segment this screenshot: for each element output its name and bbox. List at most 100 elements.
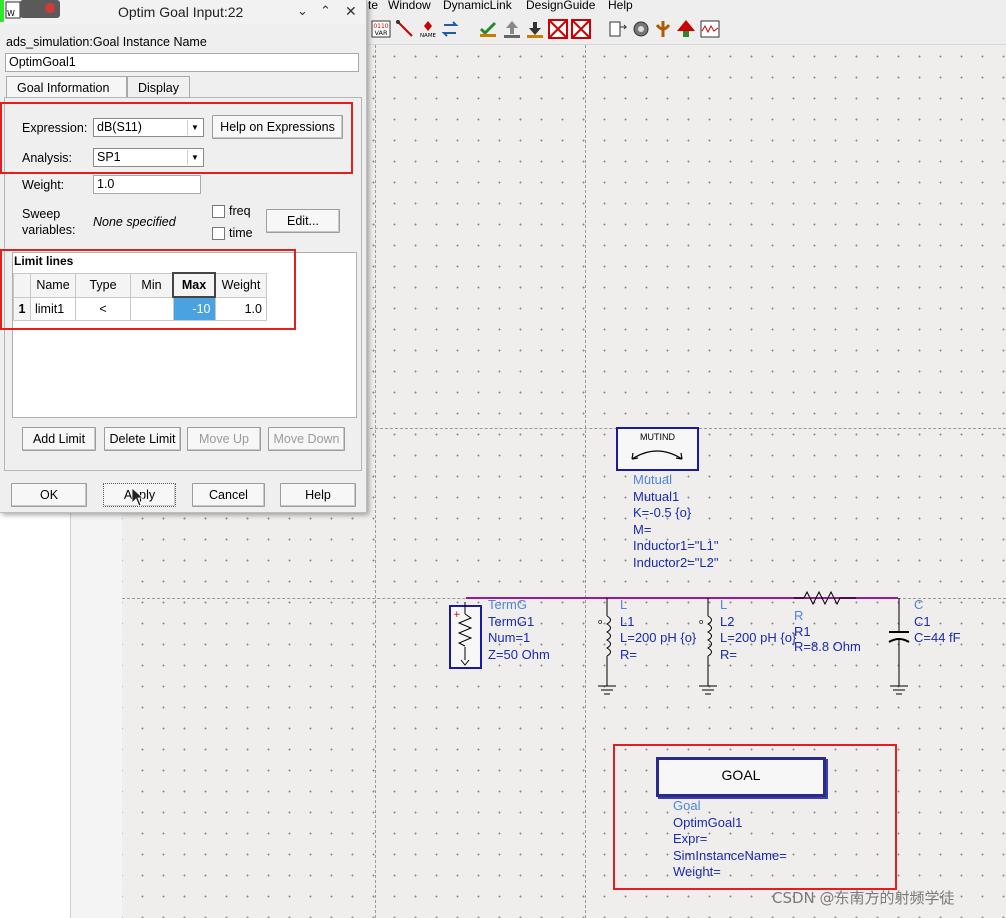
termg-instance: TermG1 — [488, 613, 535, 629]
maximize-icon[interactable]: ⌃ — [320, 3, 331, 19]
c1-type: C — [914, 597, 924, 612]
svg-text:NAME: NAME — [420, 33, 437, 39]
minimize-icon[interactable]: ⌄ — [297, 3, 308, 19]
svg-text:+: + — [453, 610, 461, 620]
mutual-inductor-symbol[interactable]: MUTIND — [616, 427, 699, 471]
shortout-icon[interactable] — [571, 19, 591, 39]
l1-value: L=200 pH {o} — [620, 630, 697, 645]
svg-text:W: W — [7, 9, 15, 18]
optim-goal-dialog: W Optim Goal Input:22 ⌄ ⌃ ✕ ads_simulati… — [0, 0, 367, 513]
inductor-l2-symbol[interactable]: o — [697, 598, 719, 700]
instance-name-label: ads_simulation:Goal Instance Name — [6, 35, 207, 49]
grid-divider — [375, 40, 376, 918]
highlight-limit-lines-box — [0, 249, 296, 330]
menu-item-window[interactable]: Window — [388, 0, 431, 12]
probe-icon[interactable] — [608, 19, 628, 39]
sweep-label-line1: Sweep — [22, 207, 61, 221]
menu-item-help[interactable]: Help — [608, 0, 633, 12]
mutind-instance: Mutual1 — [633, 488, 680, 504]
sweep-label-line2: variables: — [22, 223, 76, 237]
watermark: CSDN @东南方的射频学徒 — [772, 889, 955, 907]
c1-instance: C1 — [914, 613, 931, 629]
time-label: time — [229, 226, 253, 240]
termg-z: Z=50 Ohm — [488, 646, 550, 662]
dialog-titlebar[interactable]: W Optim Goal Input:22 ⌄ ⌃ ✕ — [0, 0, 366, 24]
var-icon[interactable]: 0110 VAR — [371, 19, 391, 39]
c1-value: C=44 fF — [914, 630, 961, 645]
time-checkbox[interactable] — [212, 227, 225, 240]
r1-parameters: R R1 R=8.8 Ohm — [794, 608, 861, 656]
help-button[interactable]: Help — [280, 483, 356, 507]
l2-type: L — [720, 597, 728, 612]
highlight-goal-box — [613, 744, 897, 890]
close-icon[interactable]: ✕ — [345, 3, 357, 20]
capacitor-c1-symbol[interactable] — [887, 598, 911, 700]
add-limit-button[interactable]: Add Limit — [22, 427, 96, 451]
mutind-k: K=-0.5 {o} — [633, 505, 692, 520]
tab-display[interactable]: Display — [127, 76, 190, 98]
menu-bar: te Window DynamicLink DesignGuide Help — [368, 0, 1006, 14]
resistor-r1-symbol[interactable] — [790, 589, 860, 607]
r1-type: R — [794, 608, 804, 623]
freq-checkbox[interactable] — [212, 205, 225, 218]
highlight-expression-box — [0, 102, 353, 174]
push-up-icon[interactable] — [502, 19, 522, 39]
l1-type: L — [620, 597, 628, 612]
menu-item-edit[interactable]: te — [368, 0, 378, 12]
weight-label: Weight: — [22, 178, 65, 192]
r1-instance: R1 — [794, 623, 811, 639]
tune-icon[interactable] — [631, 19, 651, 39]
delete-limit-button[interactable]: Delete Limit — [104, 427, 181, 451]
svg-text:o: o — [598, 618, 602, 626]
l2-parameters: L L2 L=200 pH {o} R= — [720, 597, 796, 663]
move-down-button[interactable]: Move Down — [268, 427, 345, 451]
name-icon[interactable]: NAME — [418, 19, 438, 39]
side-panel — [0, 508, 71, 918]
cancel-button[interactable]: Cancel — [192, 483, 265, 507]
l1-r: R= — [620, 646, 637, 662]
ok-button[interactable]: OK — [11, 483, 87, 507]
menu-item-dynamiclink[interactable]: DynamicLink — [443, 0, 512, 12]
l2-instance: L2 — [720, 613, 735, 629]
weight-field[interactable]: 1.0 — [93, 175, 201, 194]
menu-item-designguide[interactable]: DesignGuide — [526, 0, 595, 12]
termg-symbol[interactable]: + — [449, 602, 483, 672]
mutind-inductor2: Inductor2="L2" — [633, 554, 719, 570]
push-down-icon[interactable] — [525, 19, 545, 39]
pin-icon[interactable] — [440, 19, 460, 39]
results-icon[interactable] — [700, 19, 720, 39]
mutind-parameters: Mutual Mutual1 K=-0.5 {o} M= Inductor1="… — [633, 472, 718, 571]
wire-icon[interactable] — [395, 19, 415, 39]
l1-instance: L1 — [620, 613, 635, 629]
l2-r: R= — [720, 646, 737, 662]
svg-text:o: o — [699, 618, 703, 626]
freq-label: freq — [229, 204, 251, 218]
move-up-button[interactable]: Move Up — [187, 427, 261, 451]
mutind-inductor1: Inductor1="L1" — [633, 538, 719, 553]
app-icon: W — [0, 0, 60, 22]
c1-parameters: C C1 C=44 fF — [914, 597, 961, 647]
deactivate-icon[interactable] — [548, 19, 568, 39]
check-icon[interactable] — [478, 19, 498, 39]
svg-text:VAR: VAR — [375, 29, 388, 37]
r1-value: R=8.8 Ohm — [794, 639, 861, 654]
mouse-cursor-icon — [131, 487, 145, 507]
termg-type: TermG — [488, 597, 527, 612]
inductor-l1-symbol[interactable]: o — [596, 598, 618, 700]
optimize-icon[interactable] — [653, 19, 673, 39]
simulate-icon[interactable] — [676, 19, 696, 39]
termg-parameters: TermG TermG1 Num=1 Z=50 Ohm — [488, 597, 550, 663]
termg-num: Num=1 — [488, 630, 531, 645]
mutind-m: M= — [633, 521, 652, 537]
mutind-type: Mutual — [633, 472, 673, 487]
instance-name-field[interactable]: OptimGoal1 — [5, 53, 359, 72]
mutind-symbol-label: MUTIND — [640, 432, 675, 442]
dialog-title: Optim Goal Input:22 — [118, 4, 244, 20]
tab-goal-information[interactable]: Goal Information — [6, 76, 127, 98]
l1-parameters: L L1 L=200 pH {o} R= — [620, 597, 696, 663]
l2-value: L=200 pH {o} — [720, 630, 797, 645]
edit-sweep-button[interactable]: Edit... — [266, 209, 340, 233]
mutual-arrow-icon — [631, 450, 683, 460]
grid-divider — [585, 40, 586, 918]
sweep-value: None specified — [93, 215, 176, 229]
